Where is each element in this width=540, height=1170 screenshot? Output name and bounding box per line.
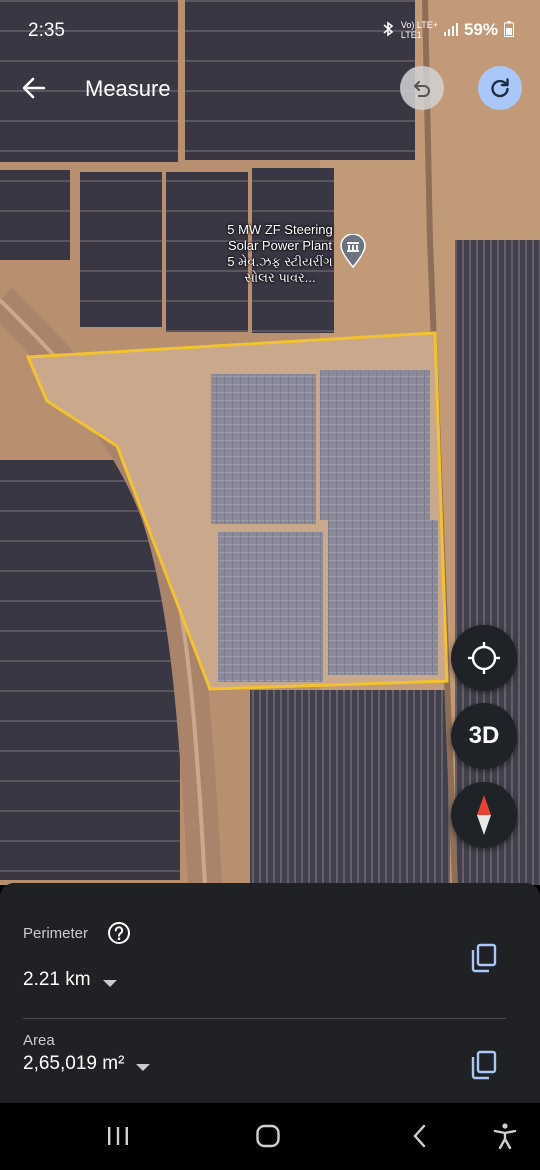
chevron-down-icon: [102, 979, 117, 987]
home-button[interactable]: [253, 1121, 283, 1151]
divider: [23, 1018, 506, 1019]
compass-icon: [477, 795, 491, 835]
copy-icon: [471, 943, 497, 973]
status-bar: 2:35 Vo) LTE+ LTE1 59%: [0, 0, 540, 64]
back-button[interactable]: [20, 74, 60, 106]
measurement-panel: Perimeter 2.21 km Area 2,65,019 m²: [0, 883, 540, 1103]
3d-label: 3D: [468, 722, 500, 749]
place-name-line-4: સોલર પાવર...: [244, 270, 316, 285]
arrow-left-icon: [22, 77, 46, 99]
copy-area-button[interactable]: [470, 1050, 498, 1080]
home-icon: [256, 1124, 280, 1148]
place-name-line-1: 5 MW ZF Steering: [227, 222, 333, 237]
signal-icon: [443, 22, 458, 39]
page-title: Measure: [85, 76, 171, 101]
chevron-left-icon: [413, 1124, 426, 1148]
back-nav-button[interactable]: [405, 1121, 435, 1151]
accessibility-button[interactable]: [490, 1121, 520, 1151]
status-time: 2:35: [28, 20, 65, 41]
copy-perimeter-button[interactable]: [470, 943, 498, 973]
3d-toggle-button[interactable]: 3D: [451, 703, 517, 769]
my-location-button[interactable]: [451, 625, 517, 691]
system-navigation-bar: [0, 1103, 540, 1170]
reset-button[interactable]: [478, 66, 522, 110]
network-indicator: Vo) LTE+ LTE1: [401, 20, 438, 40]
area-value: 2,65,019 m²: [23, 1053, 125, 1074]
compass-button[interactable]: [451, 782, 517, 848]
crosshair-icon: [468, 642, 500, 674]
place-name-line-3: 5 મેવ.ઝફ સ્ટીયરીંગ: [227, 254, 333, 269]
network-top-text: Vo) LTE+: [400, 20, 438, 30]
app-top-bar: Measure: [0, 64, 540, 114]
refresh-icon: [491, 78, 509, 98]
place-label[interactable]: 5 MW ZF Steering Solar Power Plant 5 મેવ…: [215, 222, 345, 286]
perimeter-label: Perimeter: [23, 925, 89, 942]
recent-apps-button[interactable]: [103, 1121, 133, 1151]
place-name-line-2: Solar Power Plant: [227, 238, 333, 253]
perimeter-value: 2.21 km: [23, 969, 91, 990]
area-unit-dropdown[interactable]: 2,65,019 m²: [23, 1053, 151, 1075]
network-bottom-text: LTE1: [400, 30, 422, 40]
undo-icon: [414, 81, 430, 97]
help-icon[interactable]: [107, 921, 131, 950]
copy-icon: [471, 1050, 497, 1080]
area-label: Area: [23, 1032, 55, 1049]
accessibility-icon: [493, 1123, 517, 1150]
chevron-down-icon: [136, 1063, 151, 1071]
perimeter-unit-dropdown[interactable]: 2.21 km: [23, 969, 117, 991]
battery-percent: 59%: [463, 20, 498, 39]
recents-icon: [108, 1127, 128, 1145]
status-icons: Vo) LTE+ LTE1 59%: [381, 20, 514, 40]
undo-button[interactable]: [400, 66, 444, 110]
bluetooth-icon: [381, 20, 395, 40]
battery-icon: [504, 20, 514, 40]
